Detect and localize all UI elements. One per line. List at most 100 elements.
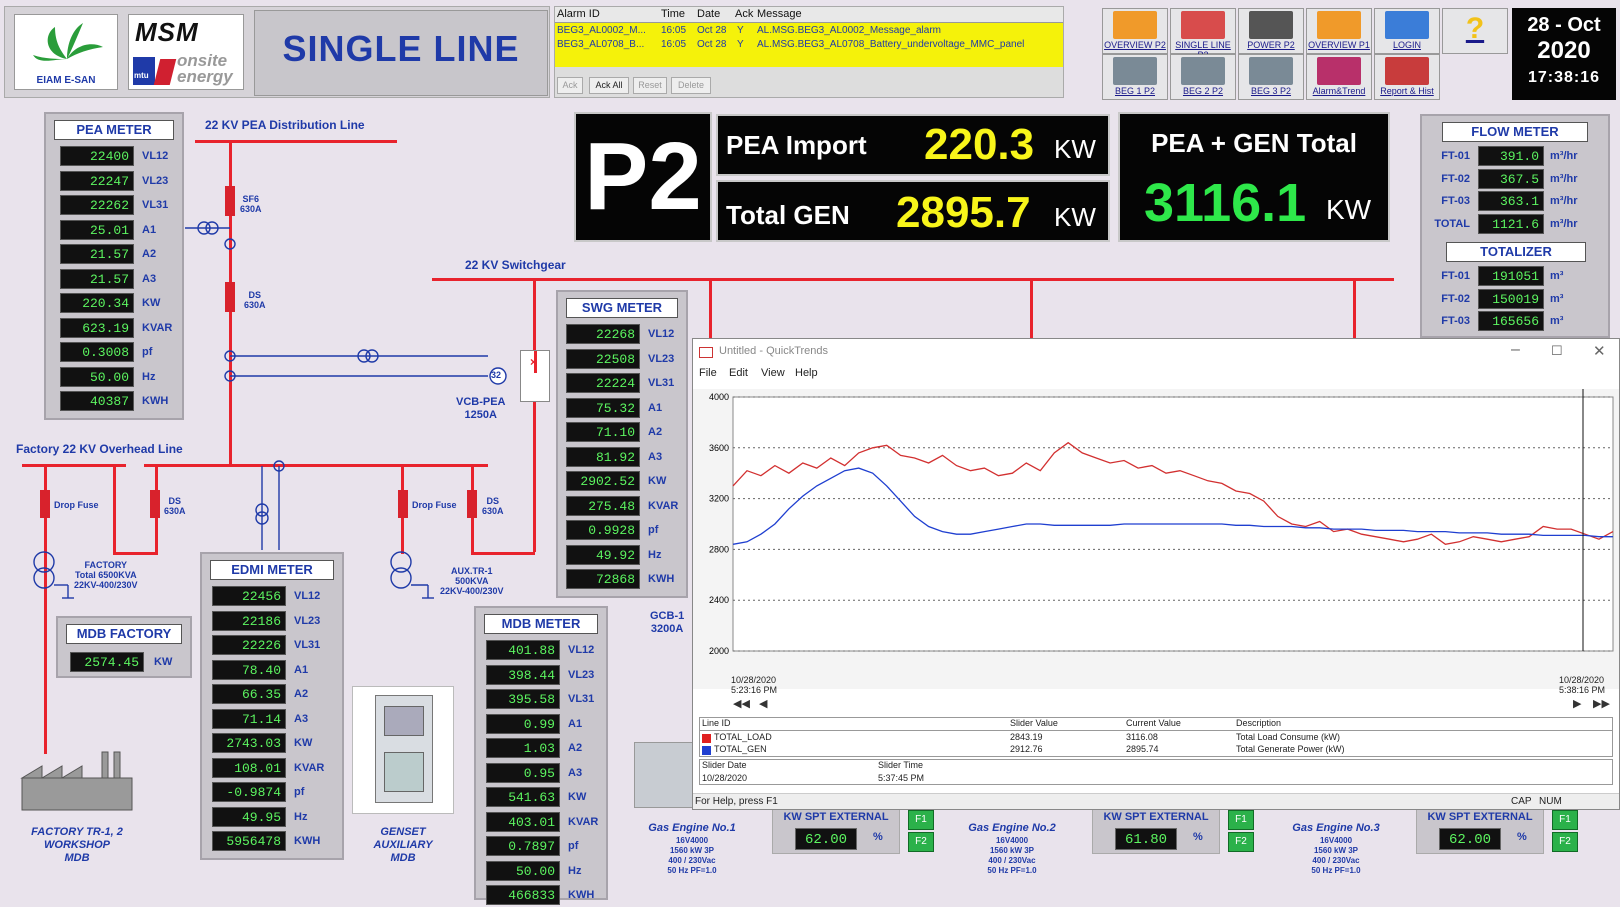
meter-unit: A3 — [142, 272, 157, 285]
col-message[interactable]: Message — [757, 8, 802, 20]
kw-spt-unit: % — [1517, 831, 1527, 843]
meter-row: 541.63 KW — [476, 787, 606, 809]
meter-row: 22400 VL12 — [46, 146, 182, 168]
meter-value: 541.63 — [486, 787, 560, 807]
meter-value: 2902.52 — [566, 471, 640, 491]
legend-row[interactable]: TOTAL_LOAD 2843.19 3116.08 Total Load Co… — [700, 732, 1612, 744]
kw-spt-value[interactable]: 61.80 — [1115, 828, 1177, 850]
nav-label: LOGIN — [1392, 40, 1421, 50]
meter-unit: KWH — [568, 889, 595, 901]
menu-view[interactable]: View — [761, 367, 785, 379]
f1-button[interactable]: F1 — [908, 810, 934, 830]
login-button[interactable]: LOGIN — [1374, 8, 1440, 54]
meter-value: 21.57 — [60, 268, 134, 289]
totalizer-title: TOTALIZER — [1446, 242, 1586, 262]
f2-button[interactable]: F2 — [1552, 832, 1578, 852]
meter-value: 1.03 — [486, 738, 560, 758]
clock-time: 17:38:16 — [1527, 69, 1601, 86]
meter-row: -0.9874 pf — [202, 782, 342, 804]
meter-row: 81.92 A3 — [558, 446, 686, 469]
meter-unit: KWH — [294, 835, 321, 847]
help-button[interactable]: ? — [1442, 8, 1508, 54]
menu-help[interactable]: Help — [795, 367, 818, 379]
vcb-text: VCB-PEA — [456, 396, 506, 408]
alarm-ack: Y — [737, 25, 744, 36]
flow-value: 391.0 — [1478, 146, 1544, 166]
kw-spt-value[interactable]: 62.00 — [795, 828, 857, 850]
engine-spec-power: 1560 kW 3P — [989, 846, 1035, 855]
nav-overview-p1-button[interactable]: OVERVIEW P1 — [1306, 8, 1372, 54]
series-id: TOTAL_LOAD — [714, 732, 772, 742]
col-ack[interactable]: Ack — [735, 8, 753, 20]
nav-single-line-p2-button[interactable]: SINGLE LINE P2 — [1170, 8, 1236, 60]
engine-spec-model: 16V4000 — [675, 836, 709, 845]
meter-value: 275.48 — [566, 495, 640, 516]
drop-fuse-2-label: Drop Fuse — [412, 500, 457, 510]
meter-unit: VL31 — [142, 199, 169, 211]
meter-unit: A2 — [294, 688, 309, 700]
nav-power-p2-button[interactable]: POWER P2 — [1238, 8, 1304, 54]
kw-spt-value[interactable]: 62.00 — [1439, 828, 1501, 850]
meter-row: 0.3008 pf — [46, 342, 182, 364]
engine-spec-voltage: 400 / 230Vac — [1312, 856, 1360, 865]
meter-row: 623.19 KVAR — [46, 317, 182, 340]
scroll-prev-icon[interactable]: ◀ — [759, 697, 767, 710]
legend-row[interactable]: TOTAL_GEN 2912.76 2895.74 Total Generate… — [700, 744, 1612, 756]
genset-label: GENSET AUXILIARY MDB — [352, 826, 454, 865]
nav-report-hist-button[interactable]: Report & Hist — [1374, 54, 1440, 100]
meter-unit: A3 — [568, 766, 583, 779]
scroll-last-icon[interactable]: ▶▶ — [1593, 697, 1610, 710]
sf6-text: SF6 — [242, 194, 260, 204]
y-tick-label: 2000 — [709, 646, 729, 656]
meter-value: 22400 — [60, 146, 134, 166]
factory-label-2: WORKSHOP — [44, 839, 110, 851]
f1-button[interactable]: F1 — [1228, 810, 1254, 830]
factory-icon — [1317, 11, 1361, 39]
close-icon[interactable]: ✕ — [1593, 342, 1606, 360]
date-day: 28 - Oct — [1527, 14, 1601, 36]
meter-unit: KW — [648, 475, 667, 487]
maximize-icon[interactable]: ☐ — [1551, 343, 1563, 359]
meter-row: 78.40 A1 — [202, 659, 342, 682]
nav-beg3-p2-button[interactable]: BEG 3 P2 — [1238, 54, 1304, 100]
meter-unit: KVAR — [294, 761, 325, 774]
meter-unit: Hz — [294, 810, 308, 823]
flow-unit: m³/hr — [1550, 195, 1578, 207]
pea-gen-total-label: PEA + GEN Total — [1151, 128, 1357, 158]
minimize-icon[interactable]: – — [1511, 341, 1520, 359]
f2-button[interactable]: F2 — [1228, 832, 1254, 852]
flow-row: FT-02 150019 m³ — [1422, 288, 1608, 311]
pea-gen-total-unit: KW — [1326, 194, 1372, 225]
aux-tr-voltage: 22KV-400/230V — [440, 586, 504, 596]
engine-spec-freq: 50 Hz PF=1.0 — [987, 866, 1037, 875]
flow-value: 191051 — [1478, 266, 1544, 286]
vcb-rating: 1250A — [464, 409, 497, 421]
nav-overview-p2-button[interactable]: OVERVIEW P2 — [1102, 8, 1168, 54]
meter-value: 50.00 — [486, 860, 560, 881]
meter-row: 22224 VL31 — [558, 373, 686, 395]
trend-chart[interactable]: 2000 2400 2800 3200 3600 4000 — [693, 389, 1619, 689]
meter-value: 395.58 — [486, 689, 560, 709]
nav-beg2-p2-button[interactable]: BEG 2 P2 — [1170, 54, 1236, 100]
menu-file[interactable]: File — [699, 367, 717, 379]
meter-value: 22508 — [566, 348, 640, 369]
nav-beg1-p2-button[interactable]: BEG 1 P2 — [1102, 54, 1168, 100]
meter-value: 108.01 — [212, 757, 286, 778]
col-date[interactable]: Date — [697, 8, 720, 20]
menu-edit[interactable]: Edit — [729, 367, 748, 379]
scroll-next-icon[interactable]: ▶ — [1573, 697, 1581, 710]
ds2-rating: 630A — [164, 506, 186, 516]
f2-button[interactable]: F2 — [908, 832, 934, 852]
flow-id: FT-01 — [1441, 150, 1470, 162]
y-tick-label: 2400 — [709, 595, 729, 605]
meter-value: 0.95 — [486, 762, 560, 783]
engine-icon — [1249, 57, 1293, 85]
factory-label-1: FACTORY TR-1, 2 — [31, 826, 123, 838]
drop-fuse-1-label: Drop Fuse — [54, 500, 99, 510]
gcb-text: GCB-1 — [650, 610, 685, 622]
nav-alarm-trend-button[interactable]: Alarm&Trend — [1306, 54, 1372, 100]
f1-button[interactable]: F1 — [1552, 810, 1578, 830]
scroll-first-icon[interactable]: ◀◀ — [733, 697, 750, 710]
engine-spec-freq: 50 Hz PF=1.0 — [667, 866, 717, 875]
ds2-label: DS 630A — [164, 496, 186, 516]
